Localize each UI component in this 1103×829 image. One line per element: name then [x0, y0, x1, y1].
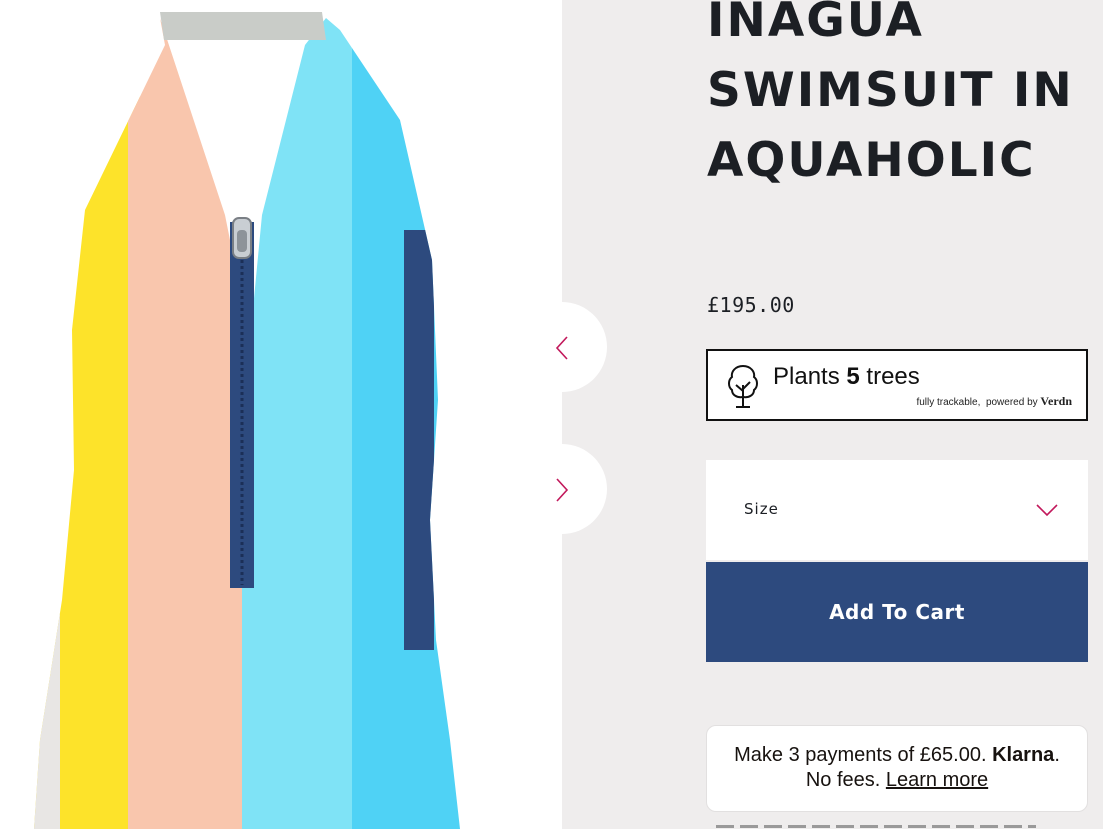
chevron-right-icon	[556, 478, 569, 502]
plants-suffix: trees	[866, 363, 920, 390]
klarna-no-fees-text: No fees.	[805, 769, 881, 791]
plants-prefix: Plants	[773, 363, 840, 390]
klarna-line-2: No fees. Learn more	[707, 768, 1087, 793]
product-price: £195.00	[707, 293, 795, 317]
size-select[interactable]: Size	[706, 460, 1088, 560]
product-image	[0, 0, 562, 829]
chevron-down-icon	[1036, 504, 1058, 517]
chevron-left-icon	[555, 336, 568, 360]
tree-icon	[728, 364, 758, 408]
tree-count: 5	[846, 363, 860, 390]
carousel-next-button[interactable]	[517, 444, 607, 534]
trackable-text: fully trackable,	[916, 397, 981, 408]
add-to-cart-button[interactable]: Add To Cart	[706, 562, 1088, 662]
powered-by-text: powered by	[985, 397, 1038, 408]
plants-trees-text: Plants 5 trees	[773, 363, 920, 391]
klarna-logo: Klarna	[992, 744, 1055, 766]
product-title: INAGUA SWIMSUIT IN AQUAHOLIC	[707, 0, 1074, 188]
size-label: Size	[744, 500, 779, 518]
verdn-powered-by: fully trackable, powered by Verdn	[916, 394, 1072, 409]
klarna-installments-text: Make 3 payments of £65.00.	[734, 744, 987, 766]
verdn-logo: Verdn	[1040, 394, 1072, 408]
klarna-learn-more-link[interactable]: Learn more	[886, 769, 988, 791]
klarna-payment-message: Make 3 payments of £65.00. Klarna. No fe…	[706, 725, 1088, 812]
klarna-line-1: Make 3 payments of £65.00. Klarna.	[707, 743, 1087, 768]
verdn-trees-widget[interactable]: Plants 5 trees fully trackable, powered …	[706, 349, 1088, 421]
klarna-period: .	[1054, 744, 1060, 766]
cut-off-text-line	[716, 821, 1036, 829]
carousel-prev-button[interactable]	[517, 302, 607, 392]
